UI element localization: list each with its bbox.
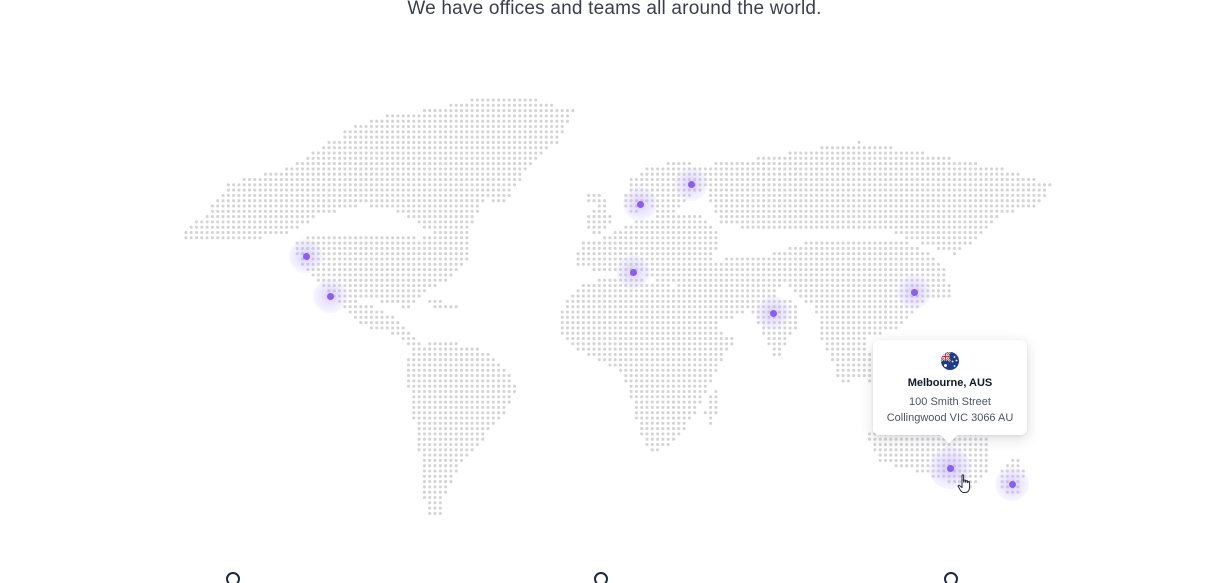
marker-dot	[629, 268, 637, 276]
office-marker-india[interactable]	[756, 296, 790, 330]
marker-dot	[636, 200, 644, 208]
tooltip-address-line2: Collingwood VIC 3066 AU	[886, 412, 1014, 424]
office-tooltip: Melbourne, AUS 100 Smith Street Collingw…	[873, 340, 1027, 435]
office-marker-east-asia[interactable]	[897, 275, 931, 309]
next-section-fragment	[594, 572, 608, 583]
marker-dot	[687, 180, 695, 188]
office-marker-west-coast-south[interactable]	[313, 279, 347, 313]
marker-dot	[946, 464, 954, 472]
office-marker-northern-europe[interactable]	[623, 187, 657, 221]
tooltip-city: Melbourne, AUS	[907, 377, 993, 389]
office-marker-scandinavia[interactable]	[674, 167, 708, 201]
office-marker-new-zealand[interactable]	[995, 467, 1029, 501]
office-marker-west-coast-north[interactable]	[289, 239, 323, 273]
next-section-fragment	[944, 572, 958, 583]
world-map	[184, 98, 1052, 515]
tooltip-address-line1: 100 Smith Street	[909, 396, 991, 408]
marker-dot	[769, 309, 777, 317]
office-marker-southern-europe[interactable]	[616, 255, 650, 289]
marker-dot	[302, 252, 310, 260]
hand-pointer-icon	[957, 474, 971, 493]
next-section-fragment	[226, 572, 240, 583]
marker-dot	[326, 292, 334, 300]
marker-dot	[1008, 480, 1016, 488]
australia-flag-icon	[941, 352, 959, 370]
marker-dot	[910, 288, 918, 296]
locations-section: We have offices and teams all around the…	[0, 0, 1229, 583]
